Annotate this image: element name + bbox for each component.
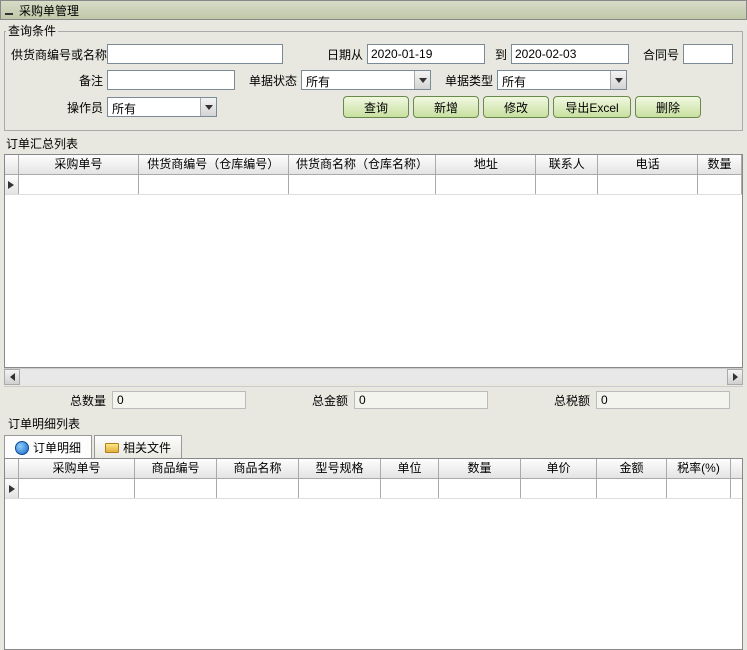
window-titlebar: 采购单管理 bbox=[0, 0, 747, 20]
col-header[interactable]: 单价 bbox=[521, 459, 597, 478]
total-tax-value: 0 bbox=[596, 391, 730, 409]
col-header[interactable]: 地址 bbox=[436, 155, 536, 174]
col-header[interactable]: 单位 bbox=[381, 459, 439, 478]
supplier-label: 供货商编号或名称 bbox=[11, 46, 103, 63]
scroll-left-icon[interactable] bbox=[4, 369, 20, 385]
date-to-input[interactable] bbox=[511, 44, 629, 64]
chevron-down-icon bbox=[610, 71, 626, 89]
detail-grid: 采购单号 商品编号 商品名称 型号规格 单位 数量 单价 金额 税率(%) bbox=[4, 458, 743, 650]
chevron-down-icon bbox=[414, 71, 430, 89]
bill-type-value: 所有 bbox=[498, 71, 610, 89]
remark-label: 备注 bbox=[11, 72, 103, 89]
col-header[interactable]: 电话 bbox=[598, 155, 698, 174]
minimize-icon[interactable] bbox=[5, 5, 15, 15]
operator-select[interactable]: 所有 bbox=[107, 97, 217, 117]
date-from-label: 日期从 bbox=[317, 46, 363, 63]
export-button[interactable]: 导出Excel bbox=[553, 96, 631, 118]
bill-status-label: 单据状态 bbox=[239, 72, 297, 89]
edit-button[interactable]: 修改 bbox=[483, 96, 549, 118]
query-button[interactable]: 查询 bbox=[343, 96, 409, 118]
grid-empty-area bbox=[5, 499, 742, 649]
scroll-right-icon[interactable] bbox=[727, 369, 743, 385]
total-qty-value: 0 bbox=[112, 391, 246, 409]
current-row-indicator-icon bbox=[5, 175, 19, 194]
totals-bar: 总数量 0 总金额 0 总税额 0 bbox=[4, 386, 743, 413]
remark-input[interactable] bbox=[107, 70, 235, 90]
delete-button[interactable]: 删除 bbox=[635, 96, 701, 118]
bill-status-value: 所有 bbox=[302, 71, 414, 89]
total-amt-value: 0 bbox=[354, 391, 488, 409]
tab-related-files[interactable]: 相关文件 bbox=[94, 435, 182, 459]
total-qty-label: 总数量 bbox=[10, 392, 106, 409]
total-amt-label: 总金额 bbox=[252, 392, 348, 409]
current-row-indicator-icon bbox=[5, 479, 19, 498]
summary-list-label: 订单汇总列表 bbox=[0, 133, 747, 154]
operator-label: 操作员 bbox=[11, 99, 103, 116]
tab-order-detail[interactable]: 订单明细 bbox=[4, 435, 92, 459]
tab-label: 订单明细 bbox=[33, 439, 81, 456]
grid-empty-area bbox=[5, 195, 742, 367]
col-header[interactable]: 型号规格 bbox=[299, 459, 381, 478]
tab-label: 相关文件 bbox=[123, 439, 171, 456]
grid-corner bbox=[5, 155, 19, 174]
table-row[interactable] bbox=[5, 479, 742, 499]
summary-grid: 采购单号 供货商编号（仓库编号） 供货商名称（仓库名称） 地址 联系人 电话 数… bbox=[4, 154, 743, 368]
operator-value: 所有 bbox=[108, 98, 200, 116]
grid-corner bbox=[5, 459, 19, 478]
summary-grid-header: 采购单号 供货商编号（仓库编号） 供货商名称（仓库名称） 地址 联系人 电话 数… bbox=[5, 155, 742, 175]
date-to-label: 到 bbox=[489, 46, 507, 63]
contract-input[interactable] bbox=[683, 44, 733, 64]
bill-status-select[interactable]: 所有 bbox=[301, 70, 431, 90]
col-header[interactable]: 供货商编号（仓库编号） bbox=[139, 155, 289, 174]
date-from-input[interactable] bbox=[367, 44, 485, 64]
table-row[interactable] bbox=[5, 175, 742, 195]
bill-type-select[interactable]: 所有 bbox=[497, 70, 627, 90]
total-tax-label: 总税额 bbox=[494, 392, 590, 409]
contract-label: 合同号 bbox=[633, 46, 679, 63]
col-header[interactable]: 数量 bbox=[698, 155, 742, 174]
detail-tabs: 订单明细 相关文件 bbox=[4, 424, 743, 458]
supplier-input[interactable] bbox=[107, 44, 283, 64]
detail-grid-header: 采购单号 商品编号 商品名称 型号规格 单位 数量 单价 金额 税率(%) bbox=[5, 459, 742, 479]
col-header[interactable]: 商品名称 bbox=[217, 459, 299, 478]
window-title: 采购单管理 bbox=[19, 2, 79, 19]
search-panel: 供货商编号或名称 日期从 到 合同号 备注 单据状态 所有 单据类型 所有 操作… bbox=[4, 31, 743, 131]
col-header[interactable]: 采购单号 bbox=[19, 459, 135, 478]
detail-list-label: 订单明细列表 bbox=[6, 415, 82, 432]
search-legend: 查询条件 bbox=[6, 22, 58, 39]
col-header[interactable]: 供货商名称（仓库名称） bbox=[289, 155, 437, 174]
col-header[interactable]: 税率(%) bbox=[667, 459, 731, 478]
bill-type-label: 单据类型 bbox=[435, 72, 493, 89]
col-header[interactable]: 商品编号 bbox=[135, 459, 217, 478]
col-header[interactable]: 采购单号 bbox=[19, 155, 139, 174]
col-header[interactable]: 金额 bbox=[597, 459, 667, 478]
globe-icon bbox=[15, 441, 29, 455]
chevron-down-icon bbox=[200, 98, 216, 116]
summary-grid-hscroll[interactable] bbox=[4, 368, 743, 384]
col-header[interactable]: 联系人 bbox=[536, 155, 598, 174]
col-header[interactable]: 数量 bbox=[439, 459, 521, 478]
folder-icon bbox=[105, 443, 119, 453]
add-button[interactable]: 新增 bbox=[413, 96, 479, 118]
